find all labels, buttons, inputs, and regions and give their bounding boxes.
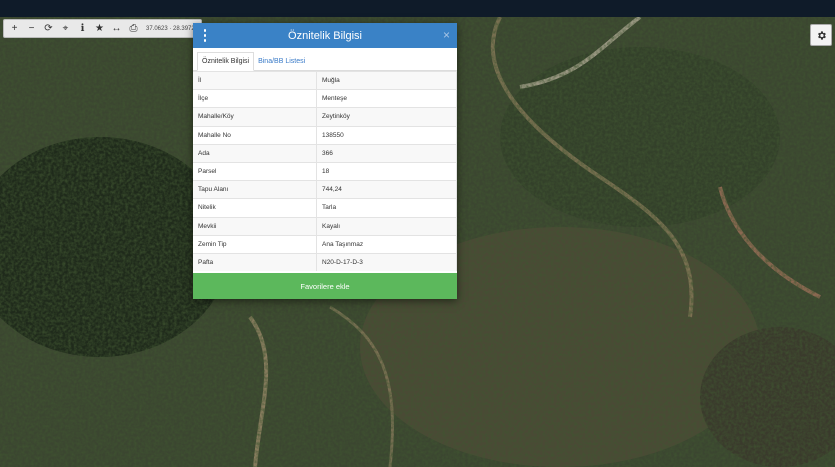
dialog-tabs: Öznitelik Bilgisi Bina/BB Listesi [193,48,457,71]
attr-value: Zeytinköy [316,107,457,127]
table-row: Tapu Alanı 744,24 [193,180,457,199]
favorites-button[interactable]: ★ [91,20,108,37]
attr-key: Ada [193,143,317,163]
table-row: Mevkii Kayalı [193,216,457,236]
attr-value: Tarla [316,198,457,217]
attr-value: Muğla [316,70,457,90]
print-icon: ⎙ [129,23,138,34]
zoom-out-button[interactable]: − [23,20,40,37]
print-button[interactable]: ⎙ [125,20,142,37]
table-row: Nitelik Tarla [193,198,457,217]
settings-button[interactable] [810,24,832,46]
attr-key: Nitelik [193,198,317,217]
tab-building-list[interactable]: Bina/BB Listesi [254,53,309,70]
attr-key: Mevkii [193,216,317,236]
attr-key: Tapu Alanı [193,180,317,199]
locate-button[interactable]: ⌖ [57,20,74,37]
refresh-button[interactable]: ⟳ [40,20,57,37]
star-icon: ★ [95,23,104,34]
attr-key: Mahalle No [193,125,317,145]
zoom-in-button[interactable]: + [6,20,23,37]
attr-value: 744,24 [316,180,457,199]
attr-value: 138550 [316,125,457,145]
table-row: Mahalle/Köy Zeytinköy [193,107,457,127]
attr-value: 18 [316,161,457,181]
table-row: Mahalle No 138550 [193,125,457,145]
table-row: Ada 366 [193,143,457,163]
locate-icon: ⌖ [62,23,69,34]
attr-key: Pafta [193,252,317,272]
attr-value: Ana Taşınmaz [316,234,457,254]
map-toolbar: + − ⟳ ⌖ ℹ ★ ↔ ⎙ 37.0623 · 28.3972 [3,19,202,38]
measure-icon: ↔ [111,23,122,34]
coordinate-readout: 37.0623 · 28.3972 [146,25,195,32]
table-row: İlçe Menteşe [193,89,457,108]
attr-value: N20-D-17-D-3 [316,252,457,272]
table-row: Zemin Tip Ana Taşınmaz [193,234,457,254]
zoom-in-icon: + [11,23,18,34]
info-icon: ℹ [80,23,85,34]
dialog-header: Öznitelik Bilgisi × [193,23,457,48]
tab-attribute-info[interactable]: Öznitelik Bilgisi [197,52,255,71]
attr-value: Kayalı [316,216,457,236]
refresh-icon: ⟳ [44,23,53,34]
measure-button[interactable]: ↔ [108,20,125,37]
attr-key: İlçe [193,89,317,108]
close-icon[interactable]: × [443,28,450,42]
menu-icon[interactable] [202,29,208,42]
info-button[interactable]: ℹ [74,20,91,37]
table-row: Parsel 18 [193,161,457,181]
attribute-info-dialog: Öznitelik Bilgisi × Öznitelik Bilgisi Bi… [193,23,457,299]
table-row: Pafta N20-D-17-D-3 [193,252,457,272]
zoom-out-icon: − [28,23,35,34]
attr-key: Zemin Tip [193,234,317,254]
gear-icon [817,30,826,40]
top-bar [0,0,835,17]
attr-key: İl [193,70,317,90]
attr-key: Parsel [193,161,317,181]
add-to-favorites-button[interactable]: Favorilere ekle [193,273,457,299]
attribute-table: İl Muğla İlçe Menteşe Mahalle/Köy Zeytinköy… [193,70,457,272]
attr-key: Mahalle/Köy [193,107,317,127]
attr-value: Menteşe [316,89,457,108]
table-row: İl Muğla [193,70,457,90]
attr-value: 366 [316,143,457,163]
dialog-title: Öznitelik Bilgisi [288,29,362,42]
